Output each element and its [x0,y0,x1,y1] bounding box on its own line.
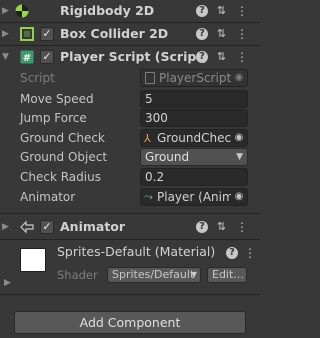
help-icon[interactable]: ? [196,51,208,63]
add-component-button[interactable]: Add Component [14,311,246,334]
presets-icon[interactable]: ⇅ [215,27,228,40]
component-header-boxcollider2d[interactable]: ▶ ✓ Box Collider 2D ? ⇅ ⋮ [0,23,260,45]
dropdown-arrow-icon: ▼ [190,270,197,279]
help-icon[interactable]: ? [196,221,208,233]
script-file-icon [145,72,155,84]
box-collider-icon [20,27,34,41]
component-title: Animator [60,219,126,234]
shader-dropdown[interactable]: Sprites/Default ▼ [107,267,201,283]
component-header-rigidbody2d[interactable]: ▶ Rigidbody 2D ? ⇅ ⋮ [0,0,260,22]
csharp-script-icon: # [20,50,34,64]
edit-shader-button[interactable]: Edit... [207,267,247,283]
script-field: PlayerScript ◉ [140,69,248,87]
component-header-playerscript[interactable]: ▼ # ✓ Player Script (Script) ? ⇅ ⋮ [0,46,260,68]
move-speed-label: Move Speed [20,92,94,106]
add-component-label: Add Component [79,315,181,330]
foldout-arrow-icon[interactable]: ▶ [2,29,12,39]
kebab-menu-icon[interactable]: ⋮ [244,247,256,259]
check-radius-label: Check Radius [20,170,101,184]
enabled-checkbox[interactable]: ✓ [40,220,54,234]
dropdown-arrow-icon: ▼ [236,152,243,162]
help-icon[interactable]: ? [196,5,208,17]
component-header-animator[interactable]: ▶ ✓ Animator ? ⇅ ⋮ [0,216,260,238]
divider [0,213,260,214]
ground-object-dropdown[interactable]: Ground ▼ [140,148,248,166]
transform-icon: ⅄ [144,132,151,145]
object-picker-icon[interactable]: ◉ [231,189,247,205]
kebab-menu-icon[interactable]: ⋮ [236,51,248,63]
foldout-arrow-expanded-icon[interactable]: ▼ [2,52,12,62]
material-title: Sprites-Default (Material) [57,244,216,259]
kebab-menu-icon[interactable]: ⋮ [236,5,248,17]
foldout-arrow-icon[interactable]: ▶ [2,6,12,16]
help-icon[interactable]: ? [196,28,208,40]
foldout-arrow-icon[interactable]: ▶ [4,278,14,288]
presets-icon[interactable]: ⇅ [215,220,228,233]
material-preview[interactable] [20,248,46,272]
shader-value: Sprites/Default [112,268,195,281]
divider [0,294,260,295]
presets-icon[interactable]: ⇅ [215,50,228,63]
foldout-arrow-icon[interactable]: ▶ [2,222,12,232]
ground-check-value: GroundCheck [157,131,239,145]
check-radius-input[interactable]: 0.2 [140,168,248,186]
ground-object-label: Ground Object [20,150,108,164]
animator-icon [20,220,34,234]
animator-label: Animator [20,190,76,204]
divider [0,239,260,240]
component-title: Box Collider 2D [60,26,169,41]
animator-small-icon: ⤳ [144,190,153,203]
jump-force-label: Jump Force [20,111,87,125]
enabled-checkbox[interactable]: ✓ [40,27,54,41]
help-icon[interactable]: ? [226,247,238,259]
move-speed-input[interactable]: 5 [140,90,248,108]
ground-check-field[interactable]: ⅄ GroundCheck ◉ [140,129,248,147]
component-title: Player Script (Script) [60,49,208,64]
enabled-checkbox[interactable]: ✓ [40,50,54,64]
kebab-menu-icon[interactable]: ⋮ [236,221,248,233]
component-title: Rigidbody 2D [60,3,155,18]
jump-force-input[interactable]: 300 [140,109,248,127]
script-value: PlayerScript [159,71,232,85]
shader-label: Shader [57,268,98,282]
script-label: Script [20,71,55,85]
object-picker-icon[interactable]: ◉ [231,130,247,146]
ground-object-value: Ground [145,150,190,164]
kebab-menu-icon[interactable]: ⋮ [236,28,248,40]
presets-icon[interactable]: ⇅ [215,4,228,17]
animator-field[interactable]: ⤳ Player (Animator) ◉ [140,188,248,206]
ground-check-label: Ground Check [20,131,105,145]
object-picker-icon: ◉ [231,70,247,86]
rigidbody-icon [15,4,29,18]
svg-text:#: # [23,53,31,64]
